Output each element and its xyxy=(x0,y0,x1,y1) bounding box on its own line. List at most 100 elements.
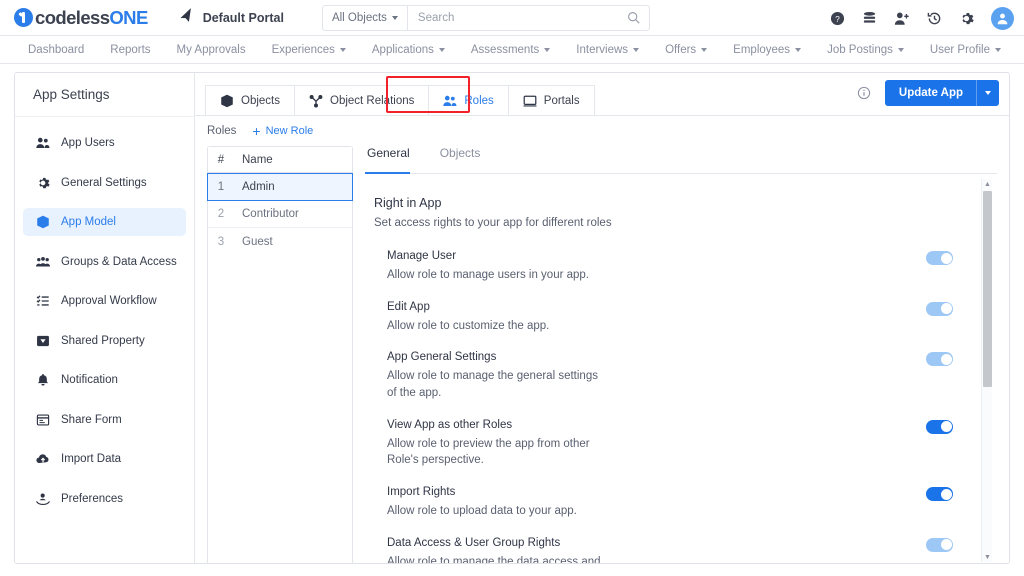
table-row[interactable]: 3 Guest xyxy=(208,228,352,255)
chevron-down-icon xyxy=(995,47,1001,52)
sidebar-item-app-model[interactable]: App Model xyxy=(23,208,186,236)
sidebar-item-label: Groups & Data Access xyxy=(61,255,177,268)
role-index: 3 xyxy=(217,235,225,248)
sidebar-item-general-settings[interactable]: General Settings xyxy=(23,169,186,197)
chevron-down-icon xyxy=(985,91,991,95)
users-icon xyxy=(443,94,457,108)
sidebar-item-label: Preferences xyxy=(61,492,124,505)
tab-objects[interactable]: Objects xyxy=(205,85,295,115)
detail-tab-objects[interactable]: Objects xyxy=(438,146,495,173)
help-icon[interactable]: ? xyxy=(830,11,845,26)
nav-item-job-postings[interactable]: Job Postings xyxy=(827,44,904,56)
scroll-up-arrow-icon[interactable]: ▲ xyxy=(983,179,992,189)
main-nav: Dashboard Reports My Approvals Experiences A… xyxy=(0,36,1024,64)
relations-icon xyxy=(309,94,323,108)
info-icon[interactable] xyxy=(857,86,871,100)
tab-label: Objects xyxy=(241,94,280,107)
cube-icon xyxy=(35,215,50,229)
tab-label: Portals xyxy=(543,94,580,107)
svg-text:?: ? xyxy=(835,13,840,23)
role-name: Guest xyxy=(242,235,273,248)
nav-item-offers[interactable]: Offers xyxy=(665,44,708,56)
search-scope-label: All Objects xyxy=(331,11,387,24)
nav-item-label: Dashboard xyxy=(28,43,85,56)
nav-item-user-profile[interactable]: User Profile xyxy=(930,44,1001,56)
nav-item-applications[interactable]: Applications xyxy=(372,44,445,56)
update-app-button[interactable]: Update App xyxy=(884,80,999,106)
gear-icon[interactable] xyxy=(959,11,974,26)
bell-icon xyxy=(35,373,50,387)
nav-item-my-approvals[interactable]: My Approvals xyxy=(177,44,246,56)
detail-tab-general[interactable]: General xyxy=(365,146,424,174)
right-description: Allow role to customize the app. xyxy=(387,319,550,332)
sidebar-item-preferences[interactable]: Preferences xyxy=(23,485,186,513)
right-row: App General Settings Allow role to manage… xyxy=(387,351,953,401)
scroll-down-arrow-icon[interactable]: ▼ xyxy=(983,552,992,562)
nav-item-label: Job Postings xyxy=(827,43,893,56)
sidebar-item-share-form[interactable]: Share Form xyxy=(23,406,186,434)
nav-item-assessments[interactable]: Assessments xyxy=(471,44,551,56)
portal-selector[interactable]: Default Portal xyxy=(180,7,284,27)
search-icon[interactable] xyxy=(627,11,649,24)
sidebar-title: App Settings xyxy=(15,73,194,117)
brand-logo[interactable]: codelessONE xyxy=(14,7,148,29)
sidebar-item-notification[interactable]: Notification xyxy=(23,366,186,394)
right-name: Edit App xyxy=(387,300,430,313)
sidebar-item-app-users[interactable]: App Users xyxy=(23,129,186,157)
right-toggle[interactable] xyxy=(926,487,953,502)
vertical-scrollbar[interactable]: ▲ ▼ xyxy=(981,179,992,562)
tab-roles[interactable]: Roles xyxy=(428,85,509,115)
tab-object-relations[interactable]: Object Relations xyxy=(294,85,430,115)
tab-portals[interactable]: Portals xyxy=(507,85,595,115)
avatar[interactable] xyxy=(991,6,1014,30)
brand-name-dark: codeless xyxy=(35,6,110,28)
right-toggle[interactable] xyxy=(926,419,953,434)
sidebar-item-import-data[interactable]: Import Data xyxy=(23,445,186,473)
update-app-dropdown[interactable] xyxy=(977,91,999,95)
role-detail: General Objects Right in App Set access r… xyxy=(365,146,997,564)
cube-icon xyxy=(220,94,234,108)
right-toggle[interactable] xyxy=(926,352,953,367)
add-user-icon[interactable] xyxy=(894,11,910,26)
preferences-icon xyxy=(35,492,50,506)
sidebar-item-approval-workflow[interactable]: Approval Workflow xyxy=(23,287,186,315)
tag-icon xyxy=(35,334,50,348)
monitor-icon xyxy=(523,94,537,108)
top-bar: codelessONE Default Portal All Objects ? xyxy=(0,0,1024,36)
database-icon[interactable] xyxy=(862,11,877,26)
role-name: Admin xyxy=(242,181,275,193)
brand-name-blue: ONE xyxy=(109,6,148,28)
new-role-button[interactable]: + New Role xyxy=(252,124,313,138)
nav-item-dashboard[interactable]: Dashboard xyxy=(28,44,84,56)
detail-tabs: General Objects xyxy=(365,146,997,174)
chevron-down-icon xyxy=(544,47,551,52)
sidebar-item-shared-property[interactable]: Shared Property xyxy=(23,327,186,355)
search-bar[interactable]: All Objects xyxy=(321,4,650,31)
chevron-down-icon xyxy=(701,47,708,52)
search-scope-dropdown[interactable]: All Objects xyxy=(323,5,408,30)
search-input[interactable] xyxy=(407,11,627,24)
right-toggle[interactable] xyxy=(926,301,953,316)
nav-item-experiences[interactable]: Experiences xyxy=(272,44,346,56)
sidebar-item-label: App Users xyxy=(61,137,115,149)
content-area: Objects Object Relations Roles Portals Upda… xyxy=(195,73,1009,563)
nav-item-interviews[interactable]: Interviews xyxy=(576,44,640,56)
right-text: Data Access & User Group Rights Allow rol… xyxy=(387,537,602,564)
scrollbar-thumb[interactable] xyxy=(983,191,992,387)
history-icon[interactable] xyxy=(927,11,942,26)
right-description: Allow role to manage the data access and… xyxy=(387,555,601,564)
table-row[interactable]: 2 Contributor xyxy=(208,201,352,228)
right-toggle[interactable] xyxy=(926,251,953,265)
chevron-down-icon xyxy=(339,47,346,52)
nav-item-label: User Profile xyxy=(929,43,990,56)
tab-actions: Update App xyxy=(857,80,999,106)
nav-item-employees[interactable]: Employees xyxy=(733,44,802,56)
sidebar-item-groups-data-access[interactable]: Groups & Data Access xyxy=(23,248,186,276)
table-row[interactable]: 1 Admin xyxy=(207,173,353,201)
right-toggle[interactable] xyxy=(926,537,953,552)
rights-list: Manage User Allow role to manage users in… xyxy=(365,250,997,564)
nav-item-reports[interactable]: Reports xyxy=(110,44,150,56)
nav-item-label: Experiences xyxy=(271,43,335,56)
nav-item-label: Reports xyxy=(110,43,151,56)
